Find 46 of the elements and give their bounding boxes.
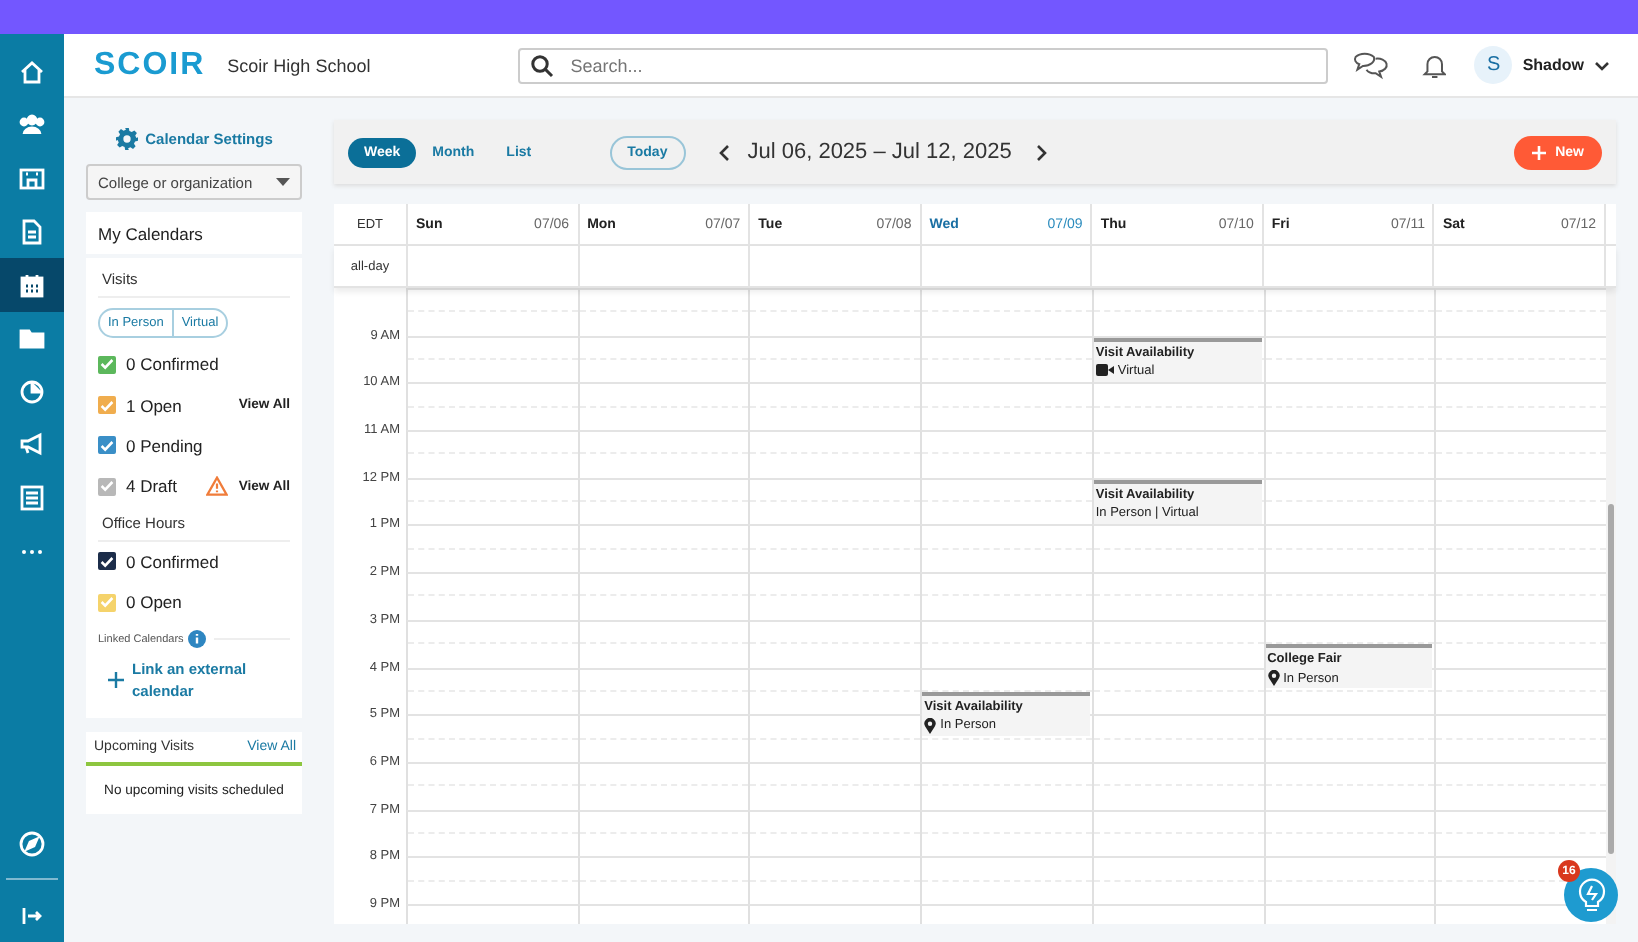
calendar-label: 1 Open — [126, 395, 184, 416]
chat-icon[interactable] — [1352, 49, 1390, 81]
chevron-left-icon[interactable] — [717, 143, 730, 161]
calendar-icon — [18, 271, 46, 300]
logo[interactable]: SCOIR — [94, 47, 206, 83]
calendar-label: 0 Confirmed — [126, 354, 221, 375]
pin-icon — [924, 717, 937, 734]
home-icon — [18, 58, 46, 87]
checkbox[interactable] — [98, 355, 116, 374]
nav-item[interactable] — [0, 258, 64, 312]
calendar-label: 0 Open — [126, 592, 184, 613]
folder-icon — [18, 324, 46, 353]
arrow-icon — [22, 907, 42, 924]
search-field[interactable]: Search... — [518, 47, 1329, 83]
chevron-down-icon[interactable] — [1594, 59, 1610, 71]
pin-icon — [1267, 670, 1280, 687]
more-icon — [22, 549, 42, 554]
compass-icon — [18, 830, 46, 859]
school-name: Scoir High School — [227, 55, 371, 75]
checkbox[interactable] — [98, 436, 116, 455]
user-name[interactable]: Shadow — [1522, 56, 1584, 74]
chevron-right-icon[interactable] — [1035, 143, 1048, 161]
date-range: Jul 06, 2025 – Jul 12, 2025 — [747, 140, 1012, 164]
plus-icon — [1531, 145, 1546, 159]
pie-chart-icon — [18, 377, 46, 406]
building-icon — [18, 164, 46, 193]
calendar-label: 4 Draft — [126, 476, 180, 497]
plus-icon — [108, 672, 124, 689]
lightbulb-icon — [1575, 877, 1607, 913]
megaphone-icon — [18, 430, 46, 459]
people-icon — [18, 111, 46, 140]
search-icon — [530, 53, 555, 77]
checkbox[interactable] — [98, 477, 116, 496]
caret-icon — [276, 178, 290, 186]
info-icon[interactable] — [187, 630, 206, 649]
list-icon — [18, 484, 46, 513]
checkbox[interactable] — [98, 396, 116, 415]
gear-icon — [115, 127, 138, 149]
document-icon — [18, 218, 46, 247]
calendar-label: 0 Confirmed — [126, 551, 221, 572]
checkbox[interactable] — [98, 552, 116, 571]
video-camera-icon — [1095, 364, 1114, 377]
my-calendars-heading: My Calendars — [86, 212, 302, 254]
scrollbar[interactable] — [1606, 288, 1616, 924]
avatar[interactable]: S — [1474, 46, 1513, 84]
calendar-label: 0 Pending — [126, 435, 205, 456]
